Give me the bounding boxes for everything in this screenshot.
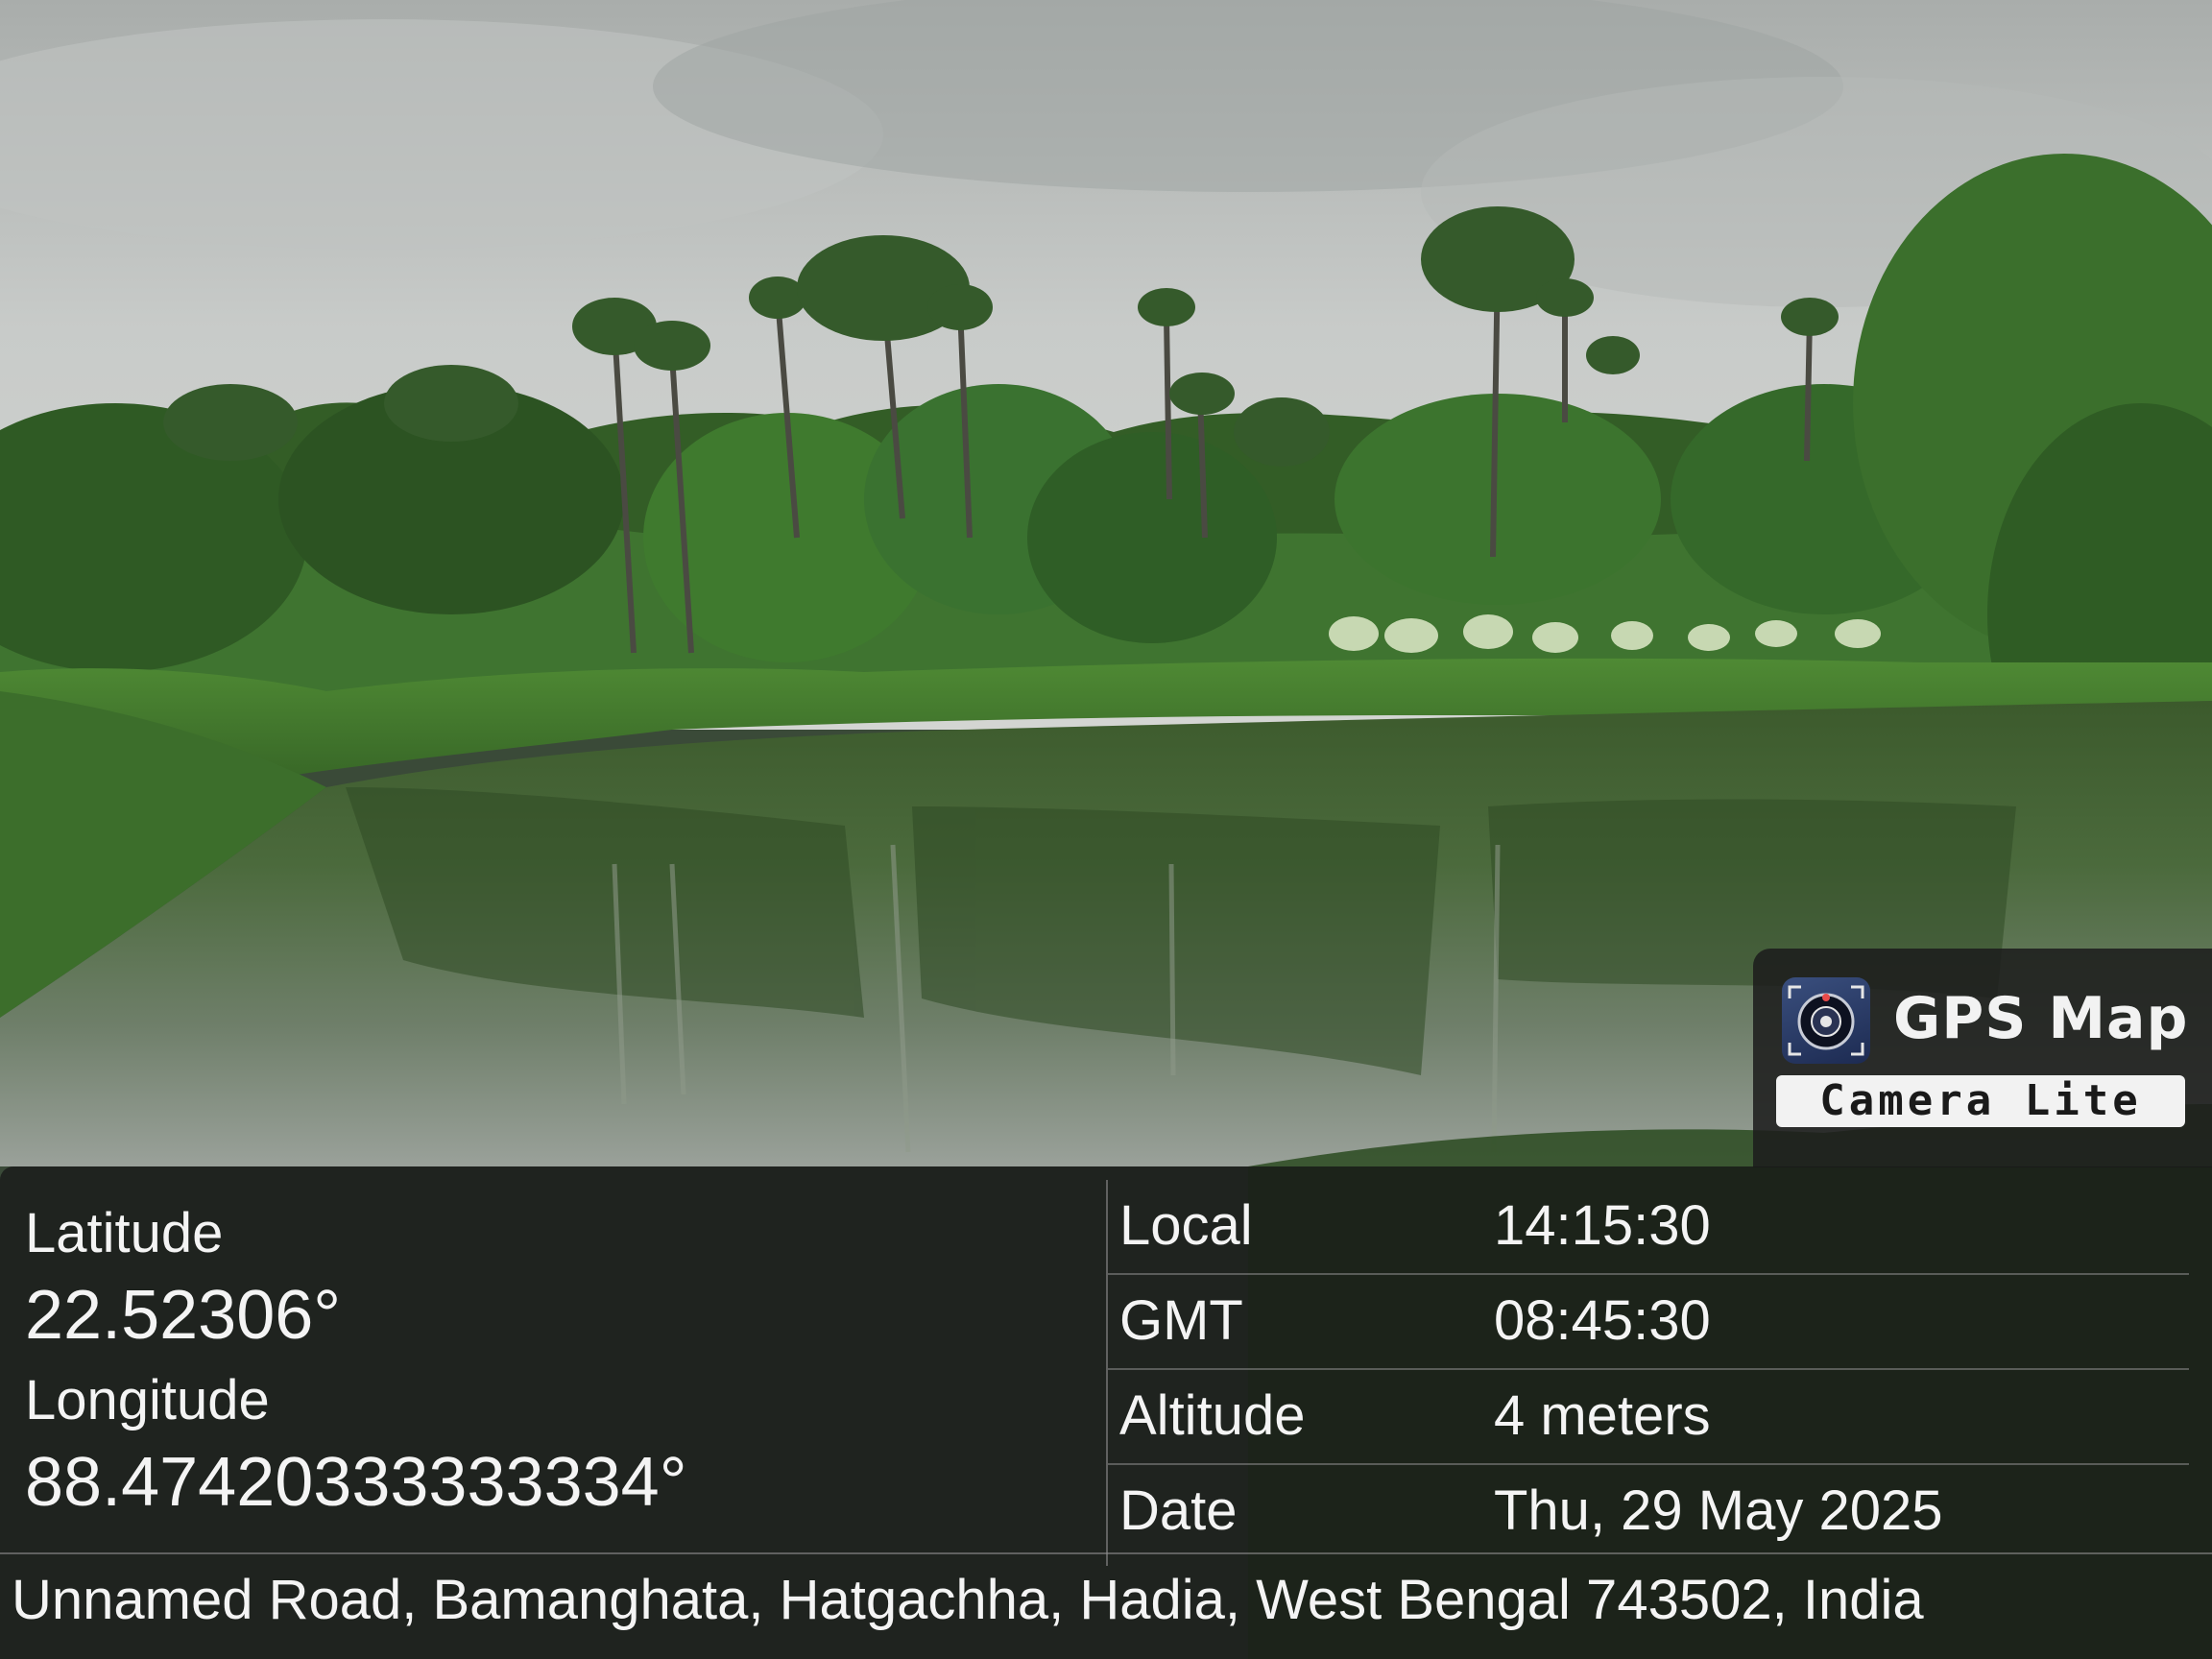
coordinates-block: Latitude 22.52306° Longitude 88.47420333… [0, 1166, 1106, 1551]
watermark-subtitle: Camera Lite [1776, 1075, 2185, 1127]
geotag-info-panel: Latitude 22.52306° Longitude 88.47420333… [0, 1166, 2212, 1659]
detail-row-date: Date Thu, 29 May 2025 [1108, 1465, 2189, 1558]
details-table: Local 14:15:30 GMT 08:45:30 Altitude 4 m… [1108, 1180, 2189, 1556]
latitude-value: 22.52306° [25, 1277, 342, 1354]
detail-value: Thu, 29 May 2025 [1494, 1479, 1943, 1542]
watermark-title: GPS Map [1893, 985, 2189, 1052]
detail-label: Local [1119, 1194, 1253, 1257]
detail-row-gmt: GMT 08:45:30 [1108, 1275, 2189, 1370]
latitude-label: Latitude [25, 1202, 224, 1264]
longitude-label: Longitude [25, 1369, 270, 1431]
detail-value: 08:45:30 [1494, 1289, 1711, 1352]
gps-map-camera-badge: GPS Map Camera Lite [1753, 949, 2212, 1167]
horizontal-divider [0, 1552, 2212, 1554]
detail-value: 14:15:30 [1494, 1194, 1711, 1257]
longitude-value: 88.47420333333334° [25, 1444, 687, 1521]
detail-row-altitude: Altitude 4 meters [1108, 1370, 2189, 1465]
camera-compass-icon [1782, 977, 1870, 1064]
detail-label: Altitude [1119, 1384, 1306, 1447]
detail-label: Date [1119, 1479, 1238, 1542]
address-text: Unnamed Road, Bamanghata, Hatgachha, Had… [12, 1569, 1924, 1631]
detail-label: GMT [1119, 1289, 1243, 1352]
detail-value: 4 meters [1494, 1384, 1711, 1447]
detail-row-local: Local 14:15:30 [1108, 1180, 2189, 1275]
